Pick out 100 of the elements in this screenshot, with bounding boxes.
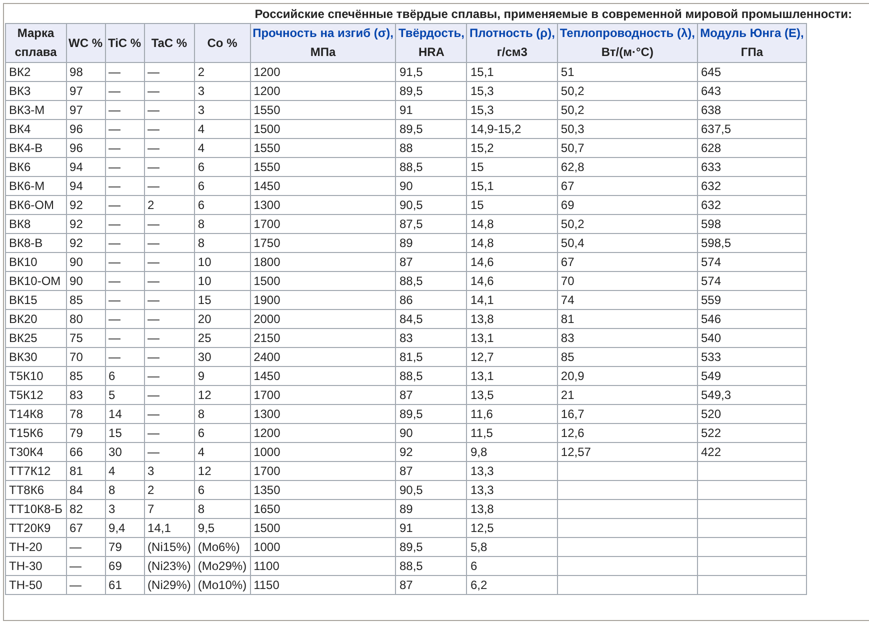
table-cell: 1550 — [250, 100, 396, 120]
table-cell: 79 — [66, 424, 106, 442]
table-cell: ВК20 — [6, 310, 66, 328]
table-cell: — — [144, 120, 194, 138]
table-cell: ТТ7К12 — [6, 462, 66, 480]
table-cell: 2 — [194, 62, 250, 82]
table-cell: 50,2 — [557, 100, 698, 120]
table-cell: 50,7 — [557, 138, 698, 158]
table-cell: ВК8 — [6, 214, 66, 234]
table-cell: — — [105, 234, 144, 252]
table-cell: ВК10-ОМ — [6, 272, 66, 290]
table-cell: 90 — [66, 252, 106, 272]
table-cell: 1000 — [250, 538, 396, 556]
table-cell: 85 — [66, 290, 106, 310]
table-cell: 91 — [396, 518, 467, 538]
table-cell: 637,5 — [697, 120, 806, 138]
table-cell: — — [144, 158, 194, 176]
table-cell: 90 — [396, 176, 467, 196]
table-cell: 87 — [396, 252, 467, 272]
table-cell: 6 — [466, 556, 558, 576]
table-cell: 632 — [697, 196, 806, 214]
table-cell: ВК30 — [6, 348, 66, 366]
table-cell: 9,4 — [105, 518, 144, 538]
table-cell: 9,8 — [466, 442, 558, 462]
table-cell: 97 — [66, 100, 106, 120]
table-cell: Т5К10 — [6, 366, 66, 386]
table-cell: 85 — [66, 366, 106, 386]
table-cell: 9,5 — [194, 518, 250, 538]
table-cell: 66 — [66, 442, 106, 462]
table-cell: 78 — [66, 404, 106, 424]
table-cell: — — [105, 100, 144, 120]
table-cell: 4 — [194, 442, 250, 462]
table-cell: 3 — [194, 100, 250, 120]
table-cell: 12 — [194, 386, 250, 404]
table-cell: 96 — [66, 120, 106, 138]
table-cell: ТН-50 — [6, 576, 66, 594]
table-cell: 1200 — [250, 82, 396, 100]
table-cell: 1100 — [250, 556, 396, 576]
table-cell: 422 — [697, 442, 806, 462]
table-cell: 67 — [557, 252, 698, 272]
table-cell: 67 — [66, 518, 106, 538]
table-cell: 92 — [66, 234, 106, 252]
table-cell: — — [105, 214, 144, 234]
column-header-link[interactable]: Теплопроводность (λ), — [560, 24, 695, 43]
column-header-link[interactable]: Плотность (ρ), — [469, 24, 555, 43]
table-cell: 14,9-15,2 — [466, 120, 558, 138]
table-cell: 6 — [105, 366, 144, 386]
table-cell: — — [105, 138, 144, 158]
table-cell: 85 — [557, 348, 698, 366]
table-cell: 94 — [66, 158, 106, 176]
table-cell: 12,57 — [557, 442, 698, 462]
table-cell: 92 — [66, 196, 106, 214]
table-cell: 88,5 — [396, 366, 467, 386]
table-cell: 50,2 — [557, 82, 698, 100]
table-cell: 88,5 — [396, 272, 467, 290]
table-cell: 11,5 — [466, 424, 558, 442]
table-cell: 1500 — [250, 272, 396, 290]
table-cell: 91 — [396, 100, 467, 120]
table-cell: 13,8 — [466, 310, 558, 328]
table-cell: 14,1 — [466, 290, 558, 310]
table-cell: 520 — [697, 404, 806, 424]
table-cell: — — [144, 424, 194, 442]
table-cell: 8 — [194, 500, 250, 518]
table-cell: — — [105, 272, 144, 290]
table-cell: 10 — [194, 252, 250, 272]
table-cell: ВК8-В — [6, 234, 66, 252]
table-cell: 62,8 — [557, 158, 698, 176]
table-cell: 94 — [66, 176, 106, 196]
table-cell: 1350 — [250, 480, 396, 500]
table-cell: 70 — [557, 272, 698, 290]
table-cell: 2 — [144, 196, 194, 214]
table-cell: 20,9 — [557, 366, 698, 386]
table-cell: 81 — [557, 310, 698, 328]
table-cell: 15,1 — [466, 176, 558, 196]
table-cell: 15 — [194, 290, 250, 310]
column-unit: HRA — [417, 44, 446, 61]
table-cell: 91,5 — [396, 62, 467, 82]
table-cell: 549 — [697, 366, 806, 386]
table-cell: 522 — [697, 424, 806, 442]
table-cell: 13,8 — [466, 500, 558, 518]
table-cell: — — [66, 576, 106, 594]
column-header-link[interactable]: Модуль Юнга (E), — [700, 24, 804, 43]
table-cell: 11,6 — [466, 404, 558, 424]
table-cell: 30 — [194, 348, 250, 366]
column-unit: г/см3 — [496, 44, 528, 61]
table-cell: 97 — [66, 82, 106, 100]
table-cell: 84 — [66, 480, 106, 500]
table-cell: 15 — [466, 158, 558, 176]
column-header-link[interactable]: Прочность на изгиб (σ), — [252, 24, 394, 43]
column-header-link[interactable]: Твёрдость, — [398, 24, 464, 43]
table-cell: ТТ20К9 — [6, 518, 66, 538]
table-cell: 82 — [66, 500, 106, 518]
table-cell: 15 — [466, 196, 558, 214]
table-cell: 1700 — [250, 214, 396, 234]
table-cell: 15,1 — [466, 62, 558, 82]
table-cell: 1500 — [250, 120, 396, 138]
table-cell: 2400 — [250, 348, 396, 366]
table-cell: 83 — [396, 328, 467, 348]
table-cell: — — [144, 272, 194, 290]
table-cell: — — [105, 158, 144, 176]
